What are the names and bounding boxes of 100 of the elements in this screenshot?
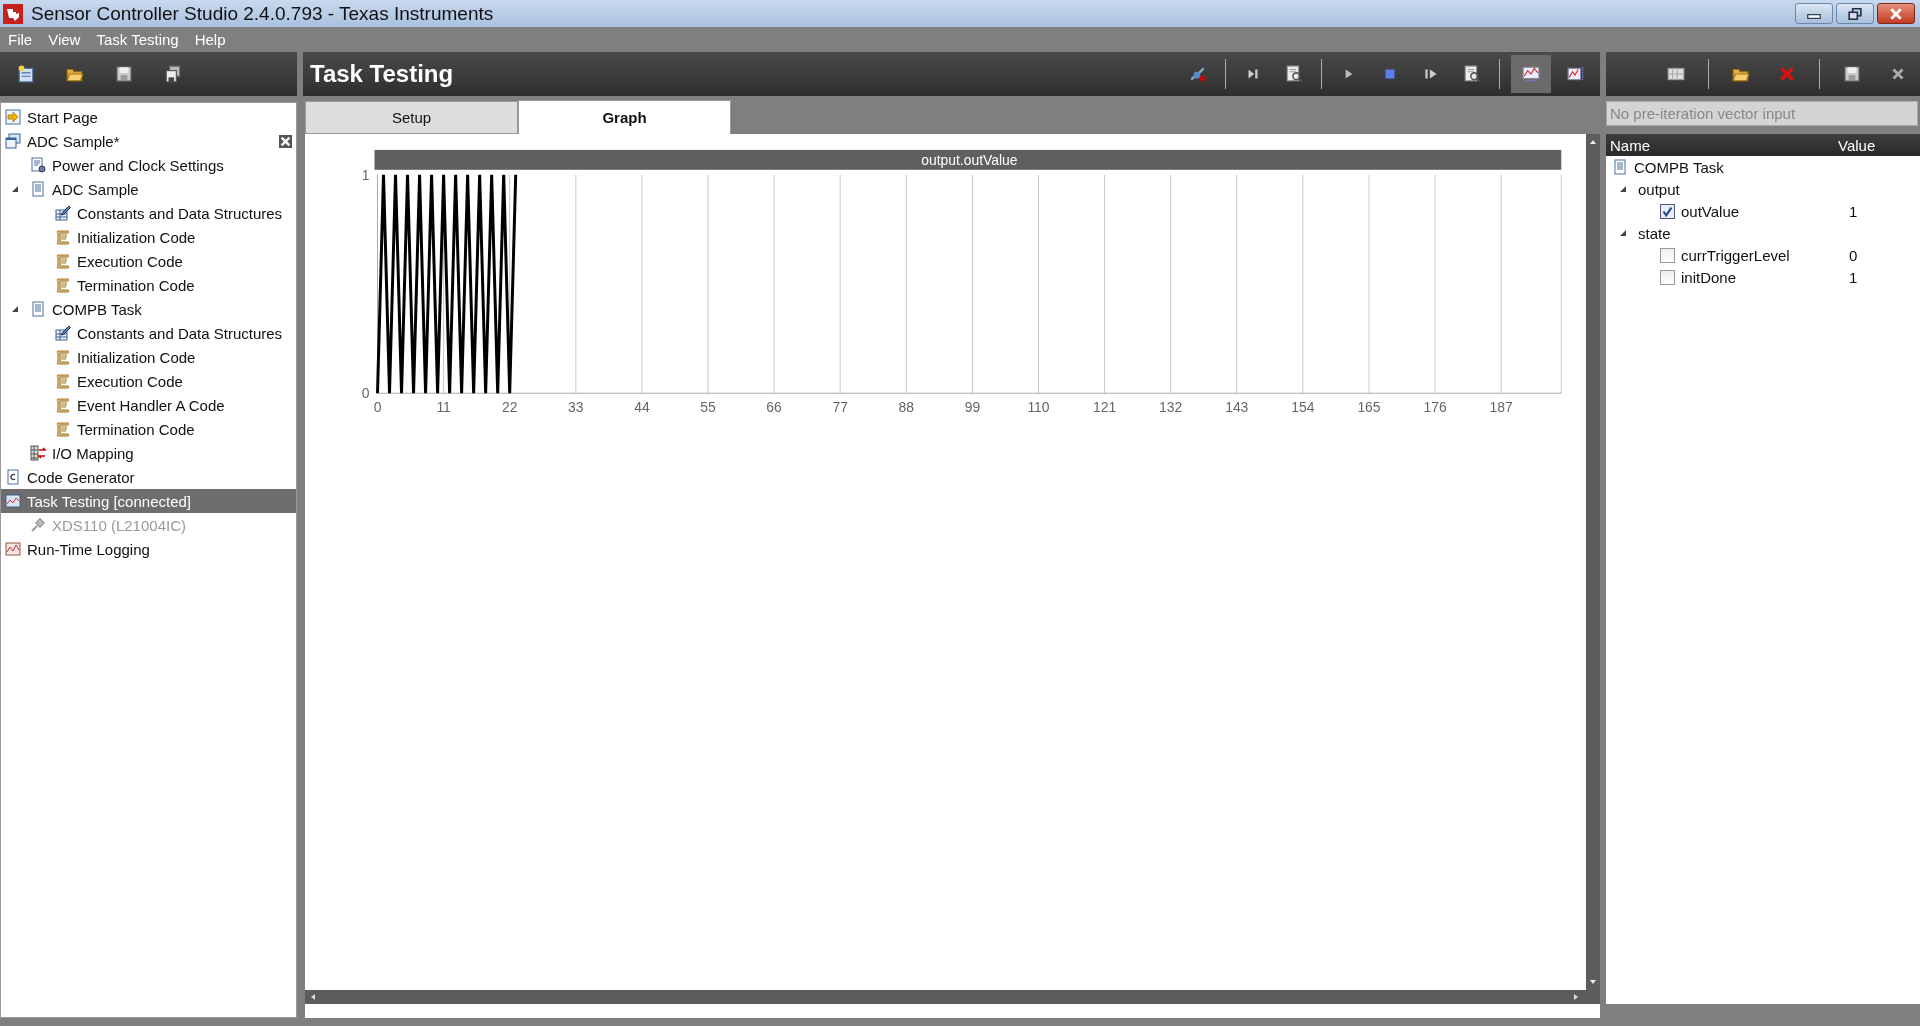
restore-button[interactable] — [1836, 3, 1874, 24]
close-project-button[interactable] — [279, 134, 292, 148]
tree-item[interactable]: COMPB Task — [1, 297, 296, 321]
tree-item[interactable]: I/O Mapping — [1, 441, 296, 465]
variable-value: 0 — [1849, 246, 1858, 264]
menu-item[interactable]: View — [48, 31, 81, 48]
close-icon — [1889, 7, 1903, 20]
close-button[interactable] — [1877, 3, 1915, 24]
tab[interactable]: Graph — [518, 100, 731, 134]
checkbox[interactable] — [1660, 269, 1675, 285]
horizontal-scrollbar[interactable] — [305, 990, 1600, 1004]
menu-item[interactable]: Help — [194, 31, 226, 48]
scroll-icon — [55, 349, 71, 365]
variable-group[interactable]: state — [1638, 224, 1671, 242]
tree-item[interactable]: Power and Clock Settings — [1, 153, 296, 177]
scroll-icon — [55, 253, 71, 269]
document-c-icon — [5, 469, 21, 485]
graph-scale-icon — [1567, 65, 1585, 83]
grid-icon — [1667, 65, 1685, 83]
chart-icon — [5, 493, 21, 509]
document-icon — [1612, 159, 1628, 175]
expand-arrow-icon[interactable] — [1618, 228, 1628, 238]
tree-item[interactable]: Execution Code — [1, 369, 296, 393]
menu-item[interactable]: File — [8, 31, 33, 48]
x-tick-label: 11 — [436, 399, 451, 416]
x-tick-label: 132 — [1159, 399, 1183, 416]
x-tick-label: 0 — [373, 399, 382, 416]
x-tick-label: 165 — [1357, 399, 1381, 416]
window-title: Sensor Controller Studio 2.4.0.793 - Texas Instruments — [31, 2, 494, 25]
x-tick-label: 176 — [1423, 399, 1447, 416]
restore-icon — [1848, 7, 1862, 20]
document-search-icon — [1463, 65, 1481, 83]
save-all-icon — [164, 65, 182, 83]
scroll-icon — [55, 397, 71, 413]
x-tick-label: 55 — [700, 399, 716, 416]
tree-item[interactable]: Event Handler A Code — [1, 393, 296, 417]
variable-group[interactable]: output — [1638, 180, 1680, 198]
tab[interactable]: Setup — [305, 101, 518, 134]
x-tick-label: 88 — [898, 399, 914, 416]
vertical-scrollbar[interactable] — [1586, 134, 1600, 990]
x-tick-label: 143 — [1225, 399, 1249, 416]
minimize-icon — [1807, 14, 1821, 19]
column-header: Value — [1838, 136, 1876, 154]
chart-icon — [5, 541, 21, 557]
document-gear-icon — [30, 157, 46, 173]
x-tick-label: 33 — [568, 399, 584, 416]
tree-item[interactable]: Constants and Data Structures — [1, 321, 296, 345]
delete-icon — [1778, 65, 1796, 83]
tree-item[interactable]: Constants and Data Structures — [1, 201, 296, 225]
x-tick-label: 110 — [1027, 399, 1050, 416]
document-search-icon — [1285, 65, 1303, 83]
windows-icon — [5, 133, 21, 149]
scroll-up-icon — [1589, 138, 1598, 146]
variable-name: currTriggerLevel — [1681, 246, 1791, 264]
logo-icon — [3, 3, 23, 24]
x-tick-label: 77 — [832, 399, 848, 416]
x-tick-label: 44 — [634, 399, 650, 416]
expand-arrow-icon[interactable] — [10, 304, 20, 314]
tree-item[interactable]: Initialization Code — [1, 345, 296, 369]
variable-value: 1 — [1849, 202, 1858, 220]
x-tick-label: 154 — [1291, 399, 1315, 416]
close-icon — [279, 134, 292, 148]
table-pencil-icon — [55, 205, 71, 221]
disconnect-icon — [1189, 65, 1207, 83]
menu-item[interactable]: Task Testing — [96, 31, 179, 48]
vector-input-field[interactable]: No pre-iteration vector input — [1606, 101, 1918, 126]
expand-arrow-icon[interactable] — [10, 184, 20, 194]
y-tick-label: 0 — [361, 385, 370, 402]
x-tick-label: 187 — [1489, 399, 1513, 416]
checkbox[interactable] — [1660, 247, 1675, 263]
panel-title: Task Testing — [310, 60, 454, 88]
grid-arrows-icon — [30, 445, 46, 461]
checkbox[interactable] — [1660, 203, 1675, 219]
task-name: COMPB Task — [1634, 158, 1724, 176]
tree-item[interactable]: ADC Sample* — [1, 129, 296, 153]
scroll-icon — [55, 277, 71, 293]
tree-item[interactable]: ADC Sample — [1, 177, 296, 201]
variable-name: outValue — [1681, 202, 1741, 220]
tree-item[interactable]: Code Generator — [1, 465, 296, 489]
new-document-icon — [17, 65, 35, 83]
plug-icon — [30, 517, 46, 533]
x-tick-label: 66 — [766, 399, 782, 416]
series-legend: output.outValue — [921, 151, 1018, 168]
x-tick-label: 121 — [1093, 399, 1117, 416]
x-tick-label: 99 — [964, 399, 981, 416]
arrow-page-icon — [5, 109, 21, 125]
column-header: Name — [1610, 136, 1651, 154]
y-tick-label: 1 — [361, 166, 370, 183]
tree-item[interactable]: Task Testing [connected] — [1, 489, 296, 513]
tree-item[interactable]: Start Page — [1, 105, 296, 129]
minimize-button[interactable] — [1795, 3, 1833, 24]
graph-scroll-icon — [1522, 65, 1540, 83]
scroll-icon — [55, 421, 71, 437]
document-icon — [30, 181, 46, 197]
expand-arrow-icon[interactable] — [1618, 184, 1628, 194]
tree-item[interactable]: Initialization Code — [1, 225, 296, 249]
tree-item[interactable]: Termination Code — [1, 273, 296, 297]
tree-item[interactable]: Execution Code — [1, 249, 296, 273]
tree-item[interactable]: Termination Code — [1, 417, 296, 441]
tree-item[interactable]: Run-Time Logging — [1, 537, 296, 561]
